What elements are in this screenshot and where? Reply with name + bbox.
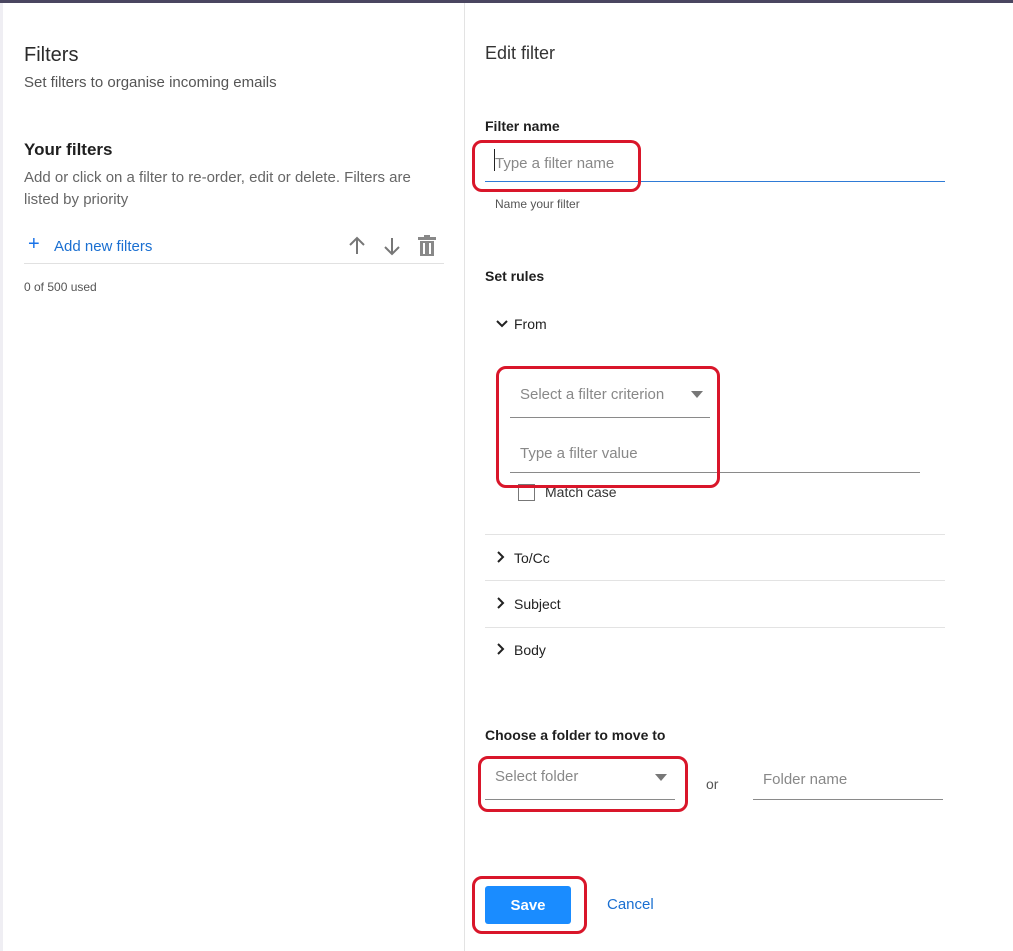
cancel-link[interactable]: Cancel	[607, 896, 654, 913]
top-bar	[0, 0, 1013, 3]
dropdown-arrow-icon	[691, 391, 703, 398]
match-case-label: Match case	[545, 484, 617, 500]
filter-criterion-placeholder: Select a filter criterion	[520, 386, 665, 403]
rule-body-toggle[interactable]: Body	[496, 642, 546, 662]
filter-name-input[interactable]	[485, 145, 945, 182]
plus-icon[interactable]: +	[28, 233, 40, 255]
filter-name-label: Filter name	[485, 118, 560, 134]
chevron-right-icon	[496, 550, 510, 566]
arrow-down-icon[interactable]	[381, 234, 403, 258]
rule-subject-label: Subject	[514, 596, 561, 612]
dropdown-arrow-icon	[655, 774, 667, 781]
rule-divider	[485, 580, 945, 581]
page-subtitle: Set filters to organise incoming emails	[24, 74, 277, 91]
your-filters-description: Add or click on a filter to re-order, ed…	[24, 169, 411, 208]
chevron-right-icon	[496, 596, 510, 612]
rule-divider	[485, 627, 945, 628]
rule-from-toggle[interactable]: From	[496, 316, 547, 336]
rule-from-label: From	[514, 316, 547, 332]
match-case-checkbox[interactable]	[518, 484, 535, 501]
add-new-filters-link[interactable]: Add new filters	[54, 238, 152, 255]
filter-toolbar: + Add new filters	[24, 232, 444, 264]
rule-tocc-toggle[interactable]: To/Cc	[496, 550, 550, 570]
folder-section-label: Choose a folder to move to	[485, 727, 666, 743]
set-rules-label: Set rules	[485, 268, 545, 284]
text-cursor	[494, 149, 495, 171]
folder-name-input[interactable]	[753, 760, 943, 800]
or-separator: or	[706, 776, 719, 792]
chevron-right-icon	[496, 642, 510, 658]
chevron-down-icon	[496, 316, 510, 332]
filter-value-input[interactable]	[510, 435, 920, 473]
folder-select[interactable]: Select folder	[485, 760, 675, 800]
save-button[interactable]: Save	[485, 886, 571, 924]
arrow-up-icon[interactable]	[346, 234, 368, 258]
trash-icon[interactable]	[416, 234, 438, 258]
edit-filter-title: Edit filter	[485, 43, 556, 63]
filter-criterion-select[interactable]: Select a filter criterion	[510, 378, 710, 418]
rule-tocc-label: To/Cc	[514, 550, 550, 566]
left-edge	[0, 3, 3, 951]
your-filters-title: Your filters	[24, 140, 113, 159]
rule-subject-toggle[interactable]: Subject	[496, 596, 561, 616]
page-title: Filters	[24, 44, 79, 66]
filter-name-hint: Name your filter	[495, 197, 580, 211]
filters-used-count: 0 of 500 used	[24, 280, 97, 294]
rule-body-label: Body	[514, 642, 546, 658]
pane-divider	[464, 3, 465, 951]
rule-divider	[485, 534, 945, 535]
folder-select-placeholder: Select folder	[495, 768, 579, 785]
